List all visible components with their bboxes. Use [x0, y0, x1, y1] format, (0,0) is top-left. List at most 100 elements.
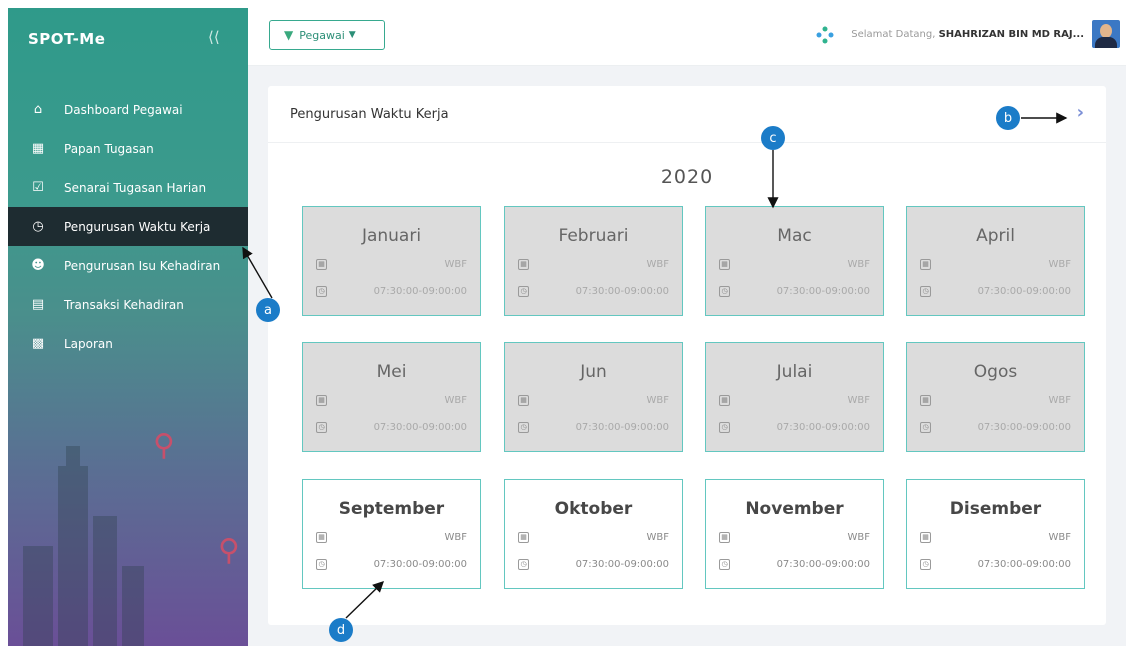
year-label: 2020: [660, 166, 714, 188]
schedule-time: 07:30:00-09:00:00: [977, 286, 1071, 297]
sidebar-item-label: Senarai Tugasan Harian: [64, 180, 207, 195]
schedule-code: WBF: [646, 395, 670, 406]
month-name: Mac: [777, 226, 812, 246]
schedule-code: WBF: [1048, 532, 1072, 543]
sidebar-item-transaksi-kehadiran[interactable]: ▤ Transaksi Kehadiran: [8, 285, 248, 324]
schedule-time-row: ◷ 07:30:00-09:00:00: [316, 559, 467, 570]
sidebar-item-papan-tugasan[interactable]: ▦ Papan Tugasan: [8, 129, 248, 168]
month-card-ogos[interactable]: Ogos ▦ WBF ◷ 07:30:00-09:00:00: [906, 342, 1085, 452]
month-name: Disember: [949, 499, 1042, 519]
schedule-time-row: ◷ 07:30:00-09:00:00: [719, 559, 870, 570]
report-icon: ▩: [31, 336, 45, 351]
month-card-februari[interactable]: Februari ▦ WBF ◷ 07:30:00-09:00:00: [504, 206, 683, 316]
month-card-mac[interactable]: Mac ▦ WBF ◷ 07:30:00-09:00:00: [705, 206, 884, 316]
annotation-badge-b: b: [996, 106, 1020, 130]
role-dropdown[interactable]: ▼ Pegawai ▼: [269, 20, 385, 50]
sidebar-item-pengurusan-waktu-kerja[interactable]: ◷ Pengurusan Waktu Kerja: [8, 207, 248, 246]
month-card-april[interactable]: April ▦ WBF ◷ 07:30:00-09:00:00: [906, 206, 1085, 316]
sidebar-item-label: Pengurusan Isu Kehadiran: [64, 258, 221, 273]
month-card-oktober[interactable]: Oktober ▦ WBF ◷ 07:30:00-09:00:00: [504, 479, 683, 589]
schedule-code: WBF: [1048, 259, 1072, 270]
month-card-september[interactable]: September ▦ WBF ◷ 07:30:00-09:00:00: [302, 479, 481, 589]
clock-icon: ◷: [920, 422, 931, 433]
sidebar-item-pengurusan-isu-kehadiran[interactable]: ☻ Pengurusan Isu Kehadiran: [8, 246, 248, 285]
card-header: Pengurusan Waktu Kerja: [268, 86, 1106, 143]
apps-icon[interactable]: [816, 26, 834, 44]
city-illustration: [23, 446, 144, 646]
sidebar-item-senarai-tugasan-harian[interactable]: ☑ Senarai Tugasan Harian: [8, 168, 248, 207]
collapse-sidebar-icon[interactable]: ⟨⟨: [208, 28, 220, 46]
schedule-code: WBF: [1048, 395, 1072, 406]
map-pin-icon: ⚲: [218, 533, 240, 568]
page-title: Pengurusan Waktu Kerja: [290, 106, 449, 122]
list-icon: ▤: [31, 297, 45, 312]
calendar-icon: ▦: [316, 532, 327, 543]
month-card-november[interactable]: November ▦ WBF ◷ 07:30:00-09:00:00: [705, 479, 884, 589]
month-name: Mei: [376, 362, 407, 382]
calendar-icon: ▦: [518, 395, 529, 406]
month-name: Januari: [361, 226, 422, 246]
month-name: Julai: [776, 362, 813, 382]
app-window: ⚲ ⚲ SPOT-Me ⟨⟨ ⌂ Dashboard Pegawai ▦ Pap…: [0, 0, 1126, 646]
schedule-time-row: ◷ 07:30:00-09:00:00: [920, 286, 1071, 297]
month-card-mei[interactable]: Mei ▦ WBF ◷ 07:30:00-09:00:00: [302, 342, 481, 452]
clock-icon: ◷: [518, 422, 529, 433]
work-time-card: Pengurusan Waktu Kerja › 2020 Januari ▦ WB…: [268, 86, 1106, 625]
month-card-julai[interactable]: Julai ▦ WBF ◷ 07:30:00-09:00:00: [705, 342, 884, 452]
month-card-disember[interactable]: Disember ▦ WBF ◷ 07:30:00-09:00:00: [906, 479, 1085, 589]
calendar-icon: ▦: [920, 259, 931, 270]
user-name[interactable]: SHAHRIZAN BIN MD RAJ...: [939, 29, 1084, 40]
checklist-icon: ☑: [32, 180, 44, 195]
schedule-code-row: ▦ WBF: [920, 532, 1071, 543]
month-name: Ogos: [973, 362, 1018, 382]
clock-icon: ◷: [518, 286, 529, 297]
schedule-code-row: ▦ WBF: [719, 395, 870, 406]
schedule-code-row: ▦ WBF: [316, 532, 467, 543]
schedule-time-row: ◷ 07:30:00-09:00:00: [719, 286, 870, 297]
sidebar-item-laporan[interactable]: ▩ Laporan: [8, 324, 248, 363]
month-name: November: [745, 499, 844, 519]
schedule-time-row: ◷ 07:30:00-09:00:00: [920, 559, 1071, 570]
main-content: Pengurusan Waktu Kerja › 2020 Januari ▦ WB…: [248, 66, 1126, 646]
schedule-time: 07:30:00-09:00:00: [776, 559, 870, 570]
schedule-time: 07:30:00-09:00:00: [977, 422, 1071, 433]
schedule-time-row: ◷ 07:30:00-09:00:00: [518, 286, 669, 297]
schedule-code-row: ▦ WBF: [316, 259, 467, 270]
calendar-icon: ▦: [920, 532, 931, 543]
sidebar-item-dashboard-pegawai[interactable]: ⌂ Dashboard Pegawai: [8, 90, 248, 129]
clock-icon: ◷: [719, 286, 730, 297]
month-name: Februari: [558, 226, 629, 246]
chevron-right-icon[interactable]: ›: [1077, 102, 1084, 123]
app-logo: SPOT-Me: [28, 30, 106, 48]
annotation-badge-c: c: [761, 126, 785, 150]
board-icon: ▦: [31, 141, 45, 156]
home-icon: ⌂: [33, 102, 43, 117]
schedule-time: 07:30:00-09:00:00: [776, 286, 870, 297]
calendar-icon: ▦: [719, 259, 730, 270]
sidebar-item-label: Papan Tugasan: [64, 141, 154, 156]
calendar-icon: ▦: [920, 395, 931, 406]
schedule-time: 07:30:00-09:00:00: [373, 559, 467, 570]
schedule-code: WBF: [847, 395, 871, 406]
schedule-code: WBF: [847, 532, 871, 543]
schedule-code-row: ▦ WBF: [719, 259, 870, 270]
schedule-code: WBF: [847, 259, 871, 270]
schedule-time-row: ◷ 07:30:00-09:00:00: [518, 422, 669, 433]
schedule-time: 07:30:00-09:00:00: [575, 559, 669, 570]
chevron-down-icon: ▼: [348, 30, 356, 40]
schedule-time: 07:30:00-09:00:00: [776, 422, 870, 433]
schedule-time: 07:30:00-09:00:00: [575, 286, 669, 297]
sidebar-item-label: Pengurusan Waktu Kerja: [64, 219, 211, 234]
month-name: Jun: [580, 362, 607, 382]
clock-icon: ◷: [719, 422, 730, 433]
schedule-code-row: ▦ WBF: [518, 259, 669, 270]
avatar[interactable]: [1092, 20, 1120, 48]
clock-icon: ◷: [316, 559, 327, 570]
map-pin-icon: ⚲: [153, 428, 175, 463]
month-name: April: [976, 226, 1015, 246]
month-card-januari[interactable]: Januari ▦ WBF ◷ 07:30:00-09:00:00: [302, 206, 481, 316]
schedule-time-row: ◷ 07:30:00-09:00:00: [316, 422, 467, 433]
month-card-jun[interactable]: Jun ▦ WBF ◷ 07:30:00-09:00:00: [504, 342, 683, 452]
clock-icon: ◷: [920, 286, 931, 297]
welcome-text: Selamat Datang,: [851, 29, 936, 40]
